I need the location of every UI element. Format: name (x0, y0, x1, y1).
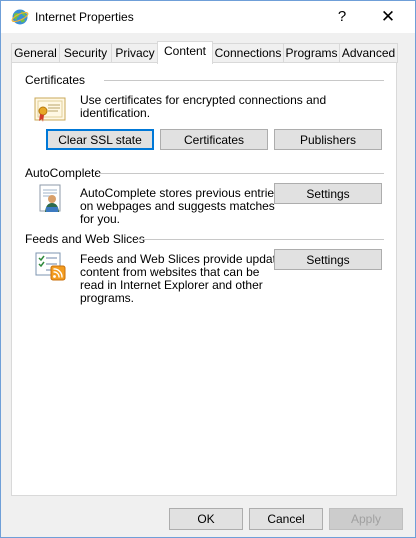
tab-security[interactable]: Security (59, 43, 112, 63)
ok-button[interactable]: OK (169, 508, 243, 530)
certificates-description: Use certificates for encrypted connectio… (80, 93, 327, 120)
feeds-heading: Feeds and Web Slices (25, 232, 149, 246)
autocomplete-settings-button[interactable]: Settings (274, 183, 382, 204)
publishers-button[interactable]: Publishers (274, 129, 382, 150)
tab-general[interactable]: General (11, 43, 60, 63)
tab-programs[interactable]: Programs (283, 43, 340, 63)
tab-connections[interactable]: Connections (212, 43, 284, 63)
autocomplete-user-icon (36, 183, 66, 218)
tab-privacy[interactable]: Privacy (111, 43, 159, 63)
certificate-icon (34, 96, 68, 127)
title-bar[interactable]: Internet Properties ? ✕ (1, 1, 415, 33)
window-title: Internet Properties (35, 10, 134, 24)
help-button[interactable]: ? (329, 5, 355, 29)
feeds-divider (137, 239, 384, 240)
certificates-divider (104, 80, 384, 81)
tab-content[interactable]: Content (157, 41, 213, 64)
apply-button[interactable]: Apply (329, 508, 403, 530)
clear-ssl-state-button[interactable]: Clear SSL state (46, 129, 154, 150)
internet-globe-icon (11, 8, 29, 26)
close-button[interactable]: ✕ (375, 5, 401, 29)
autocomplete-heading: AutoComplete (25, 166, 106, 180)
cancel-button[interactable]: Cancel (249, 508, 323, 530)
tab-advanced[interactable]: Advanced (339, 43, 398, 63)
certificates-button[interactable]: Certificates (160, 129, 268, 150)
certificates-heading: Certificates (25, 73, 90, 87)
autocomplete-divider (98, 173, 384, 174)
feeds-rss-icon (34, 251, 68, 284)
content-tab-panel: Certificates Use certificates for encryp… (11, 62, 397, 496)
tab-strip: General Security Privacy Content Connect… (11, 41, 398, 64)
feeds-description-line-4: programs. (80, 291, 135, 305)
internet-properties-window: Internet Properties ? ✕ General Security… (0, 0, 416, 538)
feeds-settings-button[interactable]: Settings (274, 249, 382, 270)
autocomplete-description-line-3: for you. (80, 212, 121, 226)
